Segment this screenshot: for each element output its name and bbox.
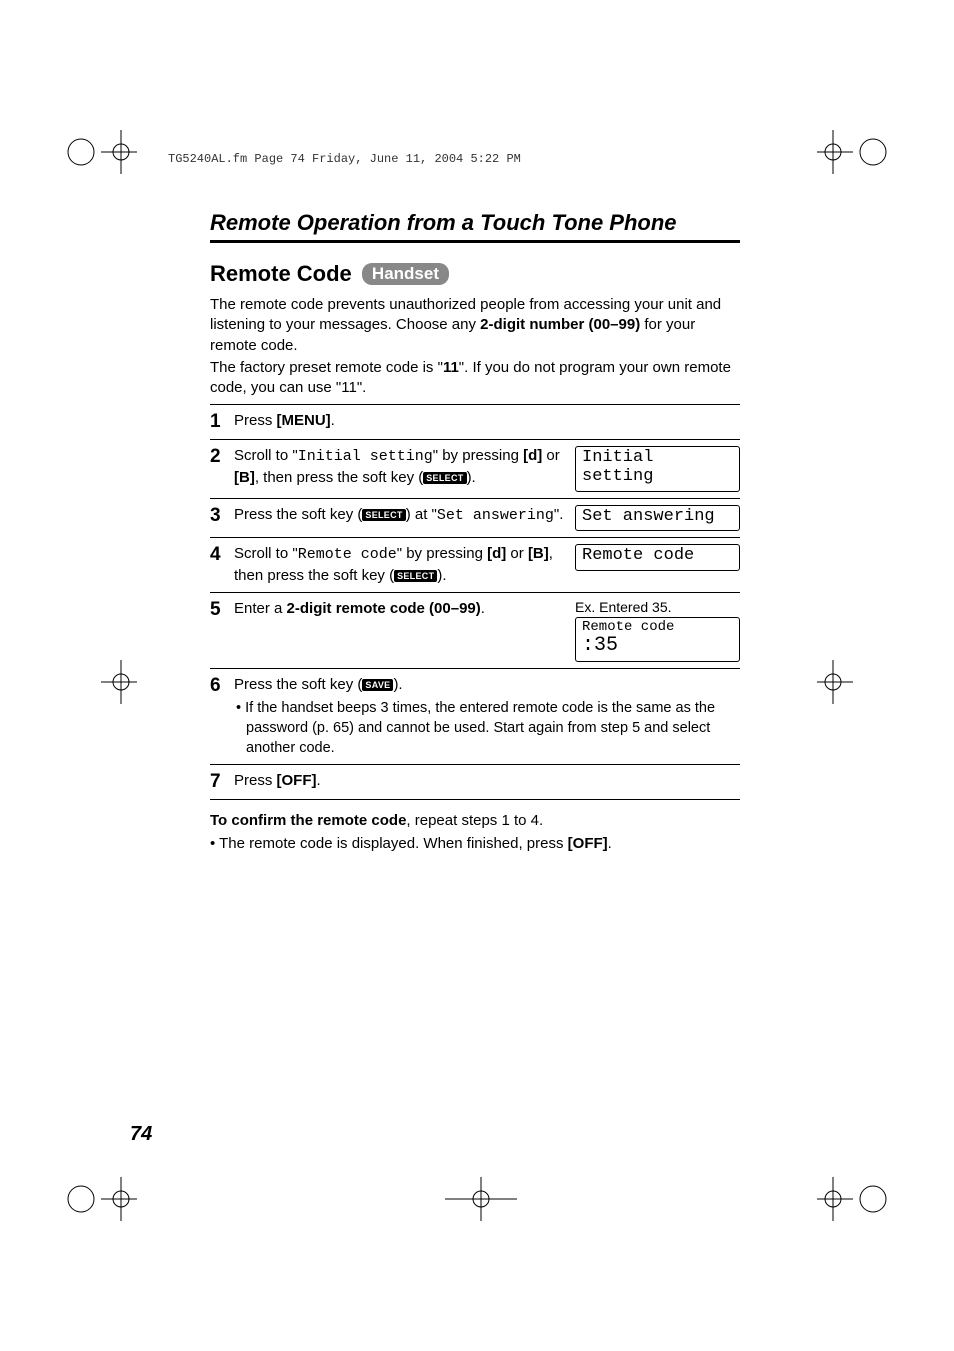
crop-mark-top-left (65, 130, 137, 174)
crop-mark-mid-right (817, 660, 889, 704)
text: • The remote code is displayed. When fin… (210, 835, 568, 852)
step-6-bullet: • If the handset beeps 3 times, the ente… (234, 699, 740, 758)
intro-bold: 11 (443, 359, 459, 376)
crop-mark-bottom-center (445, 1177, 517, 1221)
step-7: 7 Press [OFF]. (210, 765, 740, 800)
intro-paragraph-2: The factory preset remote code is "11". … (210, 358, 740, 399)
text: Scroll to " (234, 447, 298, 464)
steps-list: 1 Press [MENU]. 2 Scroll to "Initial set… (210, 404, 740, 800)
step-body: Scroll to "Initial setting" by pressing … (234, 446, 567, 488)
step-body: Press the soft key (SELECT) at "Set answ… (234, 505, 567, 526)
step-number: 7 (210, 771, 234, 793)
text: Press (234, 412, 277, 429)
bold-text: To confirm the remote code (210, 812, 406, 829)
page: TG5240AL.fm Page 74 Friday, June 11, 200… (0, 0, 954, 1351)
running-head: TG5240AL.fm Page 74 Friday, June 11, 200… (168, 152, 521, 166)
mono-text: Set answering (437, 507, 554, 524)
lcd-display: Remote code :35 (575, 617, 740, 662)
text: Enter a (234, 600, 287, 617)
text: ". (554, 506, 564, 523)
text: or (542, 447, 560, 464)
select-chip: SELECT (423, 472, 466, 484)
step-3: 3 Press the soft key (SELECT) at "Set an… (210, 499, 740, 539)
step-number: 6 (210, 675, 234, 697)
step-number: 2 (210, 446, 234, 468)
step-lcd: Set answering (575, 505, 740, 532)
text: . (317, 772, 321, 789)
content-area: Remote Operation from a Touch Tone Phone… (210, 210, 740, 855)
text: ). (437, 567, 446, 584)
bold-text: 2-digit remote code (00–99) (287, 600, 481, 617)
text: " by pressing (397, 545, 487, 562)
text: . (331, 412, 335, 429)
key-off: [OFF] (568, 835, 608, 852)
footer-notes: To confirm the remote code, repeat steps… (210, 810, 740, 855)
example-label: Ex. Entered 35. (575, 599, 740, 615)
text: , then press the soft key ( (255, 469, 423, 486)
down-arrow-key: [d] (487, 545, 506, 562)
page-number: 74 (130, 1123, 152, 1146)
step-number: 3 (210, 505, 234, 527)
intro-text: The factory preset remote code is " (210, 359, 443, 376)
mono-text: Remote code (298, 546, 397, 563)
step-lcd: Ex. Entered 35. Remote code :35 (575, 599, 740, 662)
text: Scroll to " (234, 545, 298, 562)
text: . (608, 835, 612, 852)
confirm-bullet: • The remote code is displayed. When fin… (210, 833, 740, 856)
step-number: 5 (210, 599, 234, 621)
intro-paragraph-1: The remote code prevents unauthorized pe… (210, 295, 740, 356)
step-1: 1 Press [MENU]. (210, 405, 740, 440)
sub-title-text: Remote Code (210, 261, 352, 286)
save-chip: SAVE (362, 679, 393, 691)
select-chip: SELECT (362, 509, 405, 521)
step-number: 1 (210, 411, 234, 433)
step-body: Press the soft key ( SAVE ). • If the ha… (234, 675, 740, 758)
step-lcd: Initial setting (575, 446, 740, 491)
text: " by pressing (433, 447, 523, 464)
step-body: Press [MENU]. (234, 411, 740, 431)
text: . (481, 600, 485, 617)
step-6: 6 Press the soft key ( SAVE ). • If the … (210, 669, 740, 765)
crop-mark-top-right (817, 130, 889, 174)
step-number: 4 (210, 544, 234, 566)
lcd-line1: Remote code (582, 620, 733, 635)
text: Press the soft key ( (234, 506, 362, 523)
text: or (506, 545, 528, 562)
step-5: 5 Enter a 2-digit remote code (00–99). E… (210, 593, 740, 669)
lcd-display: Set answering (575, 505, 740, 532)
sub-title: Remote Code Handset (210, 261, 740, 287)
confirm-line: To confirm the remote code, repeat steps… (210, 810, 740, 833)
up-arrow-key: [B] (528, 545, 549, 562)
mono-text: Initial setting (298, 448, 433, 465)
step-body: Scroll to "Remote code" by pressing [d] … (234, 544, 567, 586)
handset-badge: Handset (362, 263, 449, 285)
crop-mark-bottom-left (65, 1177, 137, 1221)
intro-bold: 2-digit number (00–99) (480, 316, 640, 333)
step-2: 2 Scroll to "Initial setting" by pressin… (210, 440, 740, 498)
lcd-display: Remote code (575, 544, 740, 571)
text: Press (234, 772, 277, 789)
text: ). (393, 676, 402, 693)
crop-mark-bottom-right (817, 1177, 889, 1221)
text: Press the soft key ( (234, 676, 362, 693)
section-title: Remote Operation from a Touch Tone Phone (210, 210, 740, 243)
lcd-display: Initial setting (575, 446, 740, 491)
step-body: Enter a 2-digit remote code (00–99). (234, 599, 567, 619)
down-arrow-key: [d] (523, 447, 542, 464)
up-arrow-key: [B] (234, 469, 255, 486)
key-off: [OFF] (277, 772, 317, 789)
text: ). (467, 469, 476, 486)
crop-mark-mid-left (65, 660, 137, 704)
select-chip: SELECT (394, 570, 437, 582)
step-body: Press [OFF]. (234, 771, 740, 791)
lcd-line2: :35 (582, 635, 733, 657)
key-menu: [MENU] (277, 412, 331, 429)
step-lcd: Remote code (575, 544, 740, 571)
text: ) at " (406, 506, 437, 523)
step-4: 4 Scroll to "Remote code" by pressing [d… (210, 538, 740, 593)
text: , repeat steps 1 to 4. (406, 812, 543, 829)
